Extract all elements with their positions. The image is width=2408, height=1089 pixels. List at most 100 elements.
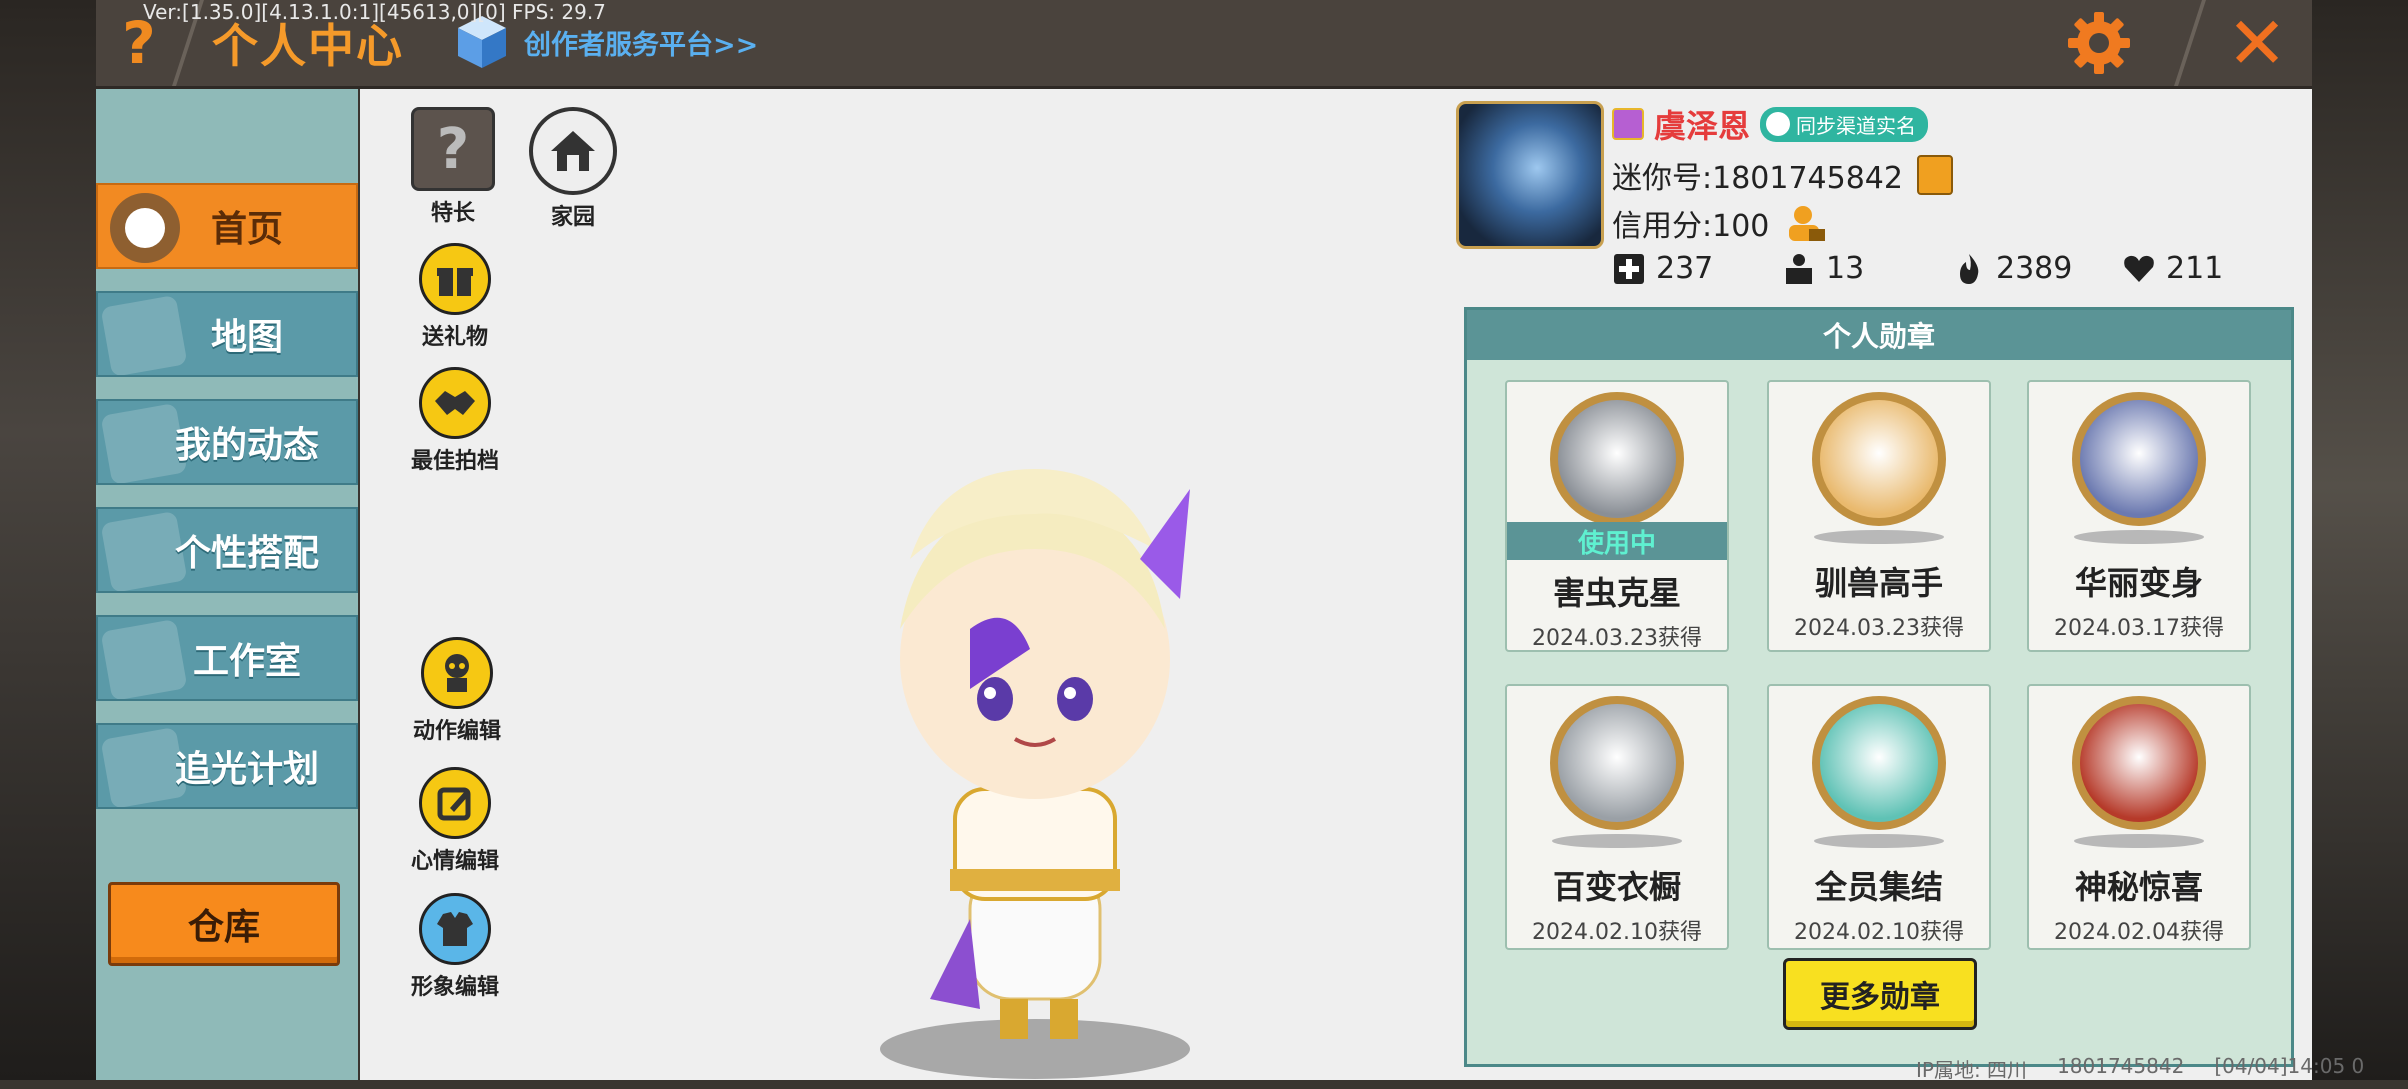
copy-icon[interactable] bbox=[1916, 155, 1953, 195]
flame-icon bbox=[1960, 253, 1979, 284]
sidebar-item-label: 追光计划 bbox=[174, 749, 319, 790]
stat-podium: 13 bbox=[1782, 251, 1952, 286]
stat-value: 237 bbox=[1656, 251, 1714, 286]
sidebar: 首页 地图 我的动态 个性搭配 工作室 追光计划 仓库 bbox=[96, 89, 358, 1080]
credit-score: 信用分:100 bbox=[1612, 209, 1770, 244]
badge-card[interactable]: 华丽变身 2024.03.17获得 bbox=[2027, 380, 2251, 652]
version-debug-text: Ver:[1.35.0][4.13.1.0:1][45613,0][0] FPS… bbox=[143, 0, 606, 24]
main-area: ? 特长 家园 送礼物 最佳拍档 动作编辑 心情编辑 形象编辑 虞泽恩 同步渠道… bbox=[360, 89, 2312, 1080]
medal-shadow bbox=[2074, 530, 2204, 544]
sidebar-item-label: 首页 bbox=[210, 209, 283, 250]
map-icon bbox=[100, 294, 188, 375]
sidebar-item-label: 工作室 bbox=[192, 641, 301, 682]
action-edit-button[interactable]: 动作编辑 bbox=[402, 637, 512, 745]
best-partner-label: 最佳拍档 bbox=[410, 449, 499, 474]
ip-location: IP属地: 四川 bbox=[1916, 1058, 2028, 1082]
image-edit-button[interactable]: 形象编辑 bbox=[400, 893, 510, 1001]
stats-row: 237 13 2389 211 bbox=[1612, 251, 2292, 286]
specialty-button[interactable]: ? 特长 bbox=[398, 107, 508, 227]
homeland-button[interactable]: 家园 bbox=[518, 107, 628, 231]
gender-badge-icon bbox=[1612, 108, 1644, 140]
badge-date: 2024.03.23获得 bbox=[1532, 626, 1702, 651]
question-box-icon: ? bbox=[411, 107, 495, 191]
pest-buster-medal-icon bbox=[1550, 392, 1684, 526]
send-gift-label: 送礼物 bbox=[421, 325, 488, 350]
badge-name: 害虫克星 bbox=[1552, 574, 1681, 612]
badge-panel-title: 个人勋章 bbox=[1467, 310, 2291, 360]
image-edit-label: 形象编辑 bbox=[410, 975, 499, 1000]
handshake-icon bbox=[419, 367, 491, 439]
best-partner-button[interactable]: 最佳拍档 bbox=[400, 367, 510, 475]
mini-id: 迷你号:1801745842 bbox=[1612, 161, 1903, 196]
house-icon bbox=[529, 107, 617, 195]
homeland-label: 家园 bbox=[550, 205, 595, 230]
badge-name: 神秘惊喜 bbox=[2074, 868, 2203, 906]
close-button[interactable]: ✕ bbox=[2222, 1, 2292, 85]
mood-edit-label: 心情编辑 bbox=[410, 849, 499, 874]
badge-card[interactable]: 驯兽高手 2024.03.23获得 bbox=[1767, 380, 1991, 652]
mini-id-row: 迷你号:1801745842 bbox=[1612, 153, 1953, 197]
sidebar-item-chase-light[interactable]: 追光计划 bbox=[96, 723, 358, 809]
stat-value: 211 bbox=[2166, 251, 2224, 286]
badge-date: 2024.02.04获得 bbox=[2054, 920, 2224, 945]
assemble-medal-icon bbox=[1812, 696, 1946, 830]
player-avatar-character[interactable] bbox=[820, 399, 1240, 1089]
warehouse-button[interactable]: 仓库 bbox=[108, 882, 340, 966]
name-row: 虞泽恩 同步渠道实名 bbox=[1612, 101, 1929, 147]
badge-card[interactable]: 神秘惊喜 2024.02.04获得 bbox=[2027, 684, 2251, 950]
close-icon: ✕ bbox=[2226, 1, 2288, 85]
stat-value: 2389 bbox=[1996, 251, 2073, 286]
credit-row: 信用分:100 bbox=[1612, 201, 1827, 245]
mood-edit-button[interactable]: 心情编辑 bbox=[400, 767, 510, 875]
beast-tamer-medal-icon bbox=[1812, 392, 1946, 526]
badge-date: 2024.02.10获得 bbox=[1532, 920, 1702, 945]
background-left bbox=[0, 0, 96, 1080]
robot-icon bbox=[421, 637, 493, 709]
sidebar-item-studio[interactable]: 工作室 bbox=[96, 615, 358, 701]
settings-gear-icon[interactable] bbox=[2066, 10, 2132, 76]
background-right bbox=[2312, 0, 2408, 1080]
medal-shadow bbox=[1814, 530, 1944, 544]
medal-shadow bbox=[1552, 834, 1682, 848]
specialty-label: 特长 bbox=[430, 201, 475, 226]
podium-icon bbox=[1786, 253, 1812, 284]
badge-name: 全员集结 bbox=[1814, 868, 1943, 906]
send-gift-button[interactable]: 送礼物 bbox=[400, 243, 510, 351]
wardrobe-medal-icon bbox=[1550, 696, 1684, 830]
sidebar-item-map[interactable]: 地图 bbox=[96, 291, 358, 377]
in-use-tag: 使用中 bbox=[1507, 522, 1727, 560]
plus-icon bbox=[1614, 253, 1644, 284]
badge-card[interactable]: 使用中 害虫克星 2024.03.23获得 bbox=[1505, 380, 1729, 652]
sidebar-item-home[interactable]: 首页 bbox=[96, 183, 358, 269]
divider bbox=[2174, 0, 2206, 86]
stat-heart: 211 bbox=[2122, 251, 2292, 286]
user-check-icon bbox=[1766, 112, 1791, 136]
toggle-dot-icon bbox=[110, 193, 180, 263]
badge-card[interactable]: 百变衣橱 2024.02.10获得 bbox=[1505, 684, 1729, 950]
footer-info: IP属地: 四川 1801745842 [04/04]14:05 0 bbox=[1916, 1054, 2364, 1083]
profile-card: 虞泽恩 同步渠道实名 迷你号:1801745842 信用分:100 237 13… bbox=[1456, 101, 2256, 291]
transformation-medal-icon bbox=[2072, 392, 2206, 526]
sidebar-item-label: 地图 bbox=[210, 317, 283, 358]
medal-shadow bbox=[1814, 834, 1944, 848]
badge-panel: 个人勋章 使用中 害虫克星 2024.03.23获得 驯兽高手 2024.03.… bbox=[1464, 307, 2294, 1067]
realname-badge-label: 同步渠道实名 bbox=[1796, 113, 1917, 138]
realname-badge[interactable]: 同步渠道实名 bbox=[1760, 106, 1929, 142]
badge-date: 2024.03.23获得 bbox=[1794, 616, 1964, 641]
sidebar-item-my-activity[interactable]: 我的动态 bbox=[96, 399, 358, 485]
sidebar-item-label: 个性搭配 bbox=[174, 533, 319, 574]
badge-date: 2024.02.10获得 bbox=[1794, 920, 1964, 945]
footer-uid: 1801745842 bbox=[2057, 1054, 2185, 1078]
studio-icon bbox=[100, 618, 188, 699]
mystery-gift-medal-icon bbox=[2072, 696, 2206, 830]
more-badges-button[interactable]: 更多勋章 bbox=[1783, 958, 1977, 1030]
sidebar-item-outfit[interactable]: 个性搭配 bbox=[96, 507, 358, 593]
credit-user-icon[interactable] bbox=[1785, 203, 1827, 243]
badge-name: 百变衣橱 bbox=[1552, 868, 1681, 906]
edit-pencil-icon bbox=[419, 767, 491, 839]
badge-card[interactable]: 全员集结 2024.02.10获得 bbox=[1767, 684, 1991, 950]
heart-icon bbox=[2124, 255, 2154, 282]
stat-value: 13 bbox=[1826, 251, 1865, 286]
profile-avatar-image[interactable] bbox=[1456, 101, 1604, 249]
sidebar-item-label: 我的动态 bbox=[174, 425, 319, 466]
